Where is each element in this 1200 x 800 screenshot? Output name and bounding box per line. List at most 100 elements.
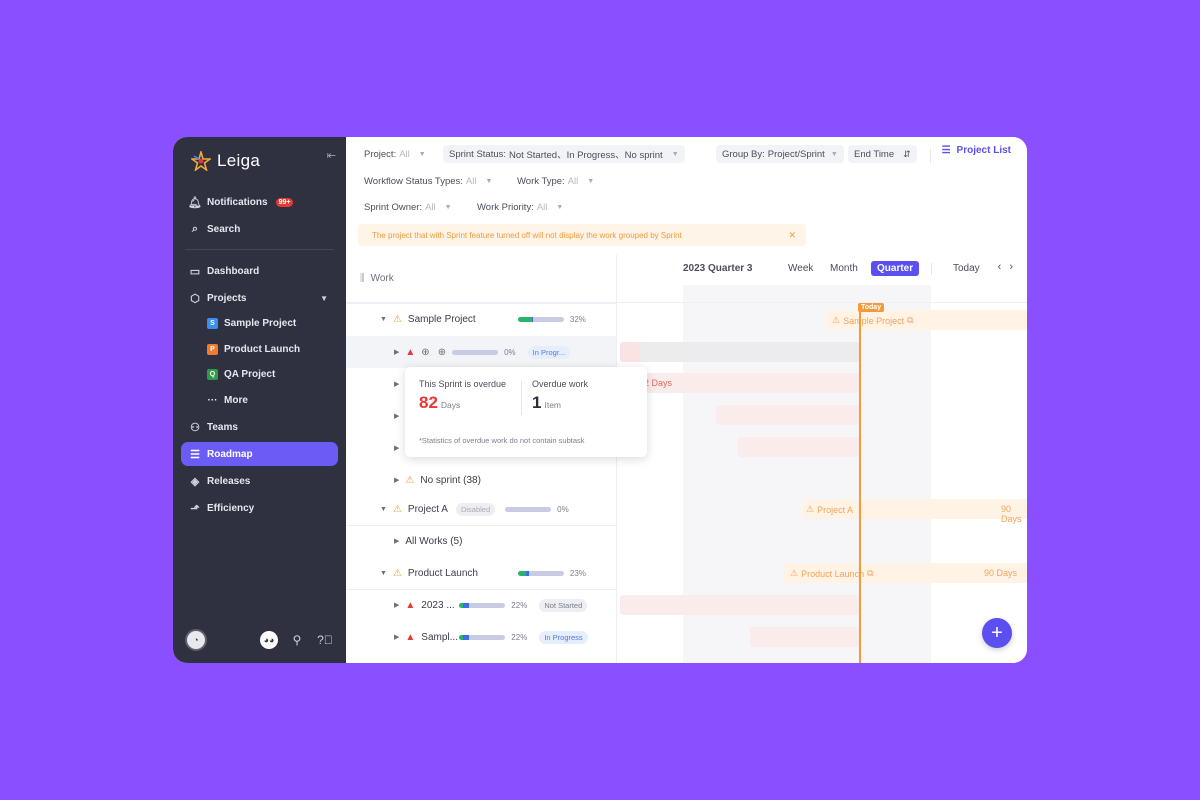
gantt-bar-row[interactable] (641, 373, 860, 393)
close-icon[interactable]: ✕ (788, 230, 796, 241)
chevron-right-icon[interactable]: ▶ (394, 380, 399, 388)
warning-icon: ⚠ (392, 313, 402, 325)
column-splitter[interactable] (616, 255, 617, 663)
overdue-days-unit: Days (440, 400, 461, 410)
chevron-down-icon[interactable]: ▼ (320, 294, 328, 303)
chevron-right-icon[interactable]: ▶ (394, 348, 399, 356)
chevron-right-icon[interactable]: ▶ (394, 412, 399, 420)
dashboard-icon: ▭ (189, 265, 201, 278)
filter-value: All (465, 175, 477, 187)
chevron-down-icon[interactable]: ▼ (380, 316, 387, 323)
gantt-bar-label: ⚠ Product Launch ⧉ (790, 568, 874, 579)
sidebar-item-sample-project[interactable]: S Sample Project (207, 318, 296, 329)
warning-icon: ⚠ (405, 474, 415, 486)
avatar[interactable]: ◔ (185, 629, 207, 651)
chevron-right-icon[interactable]: ▶ (394, 537, 399, 545)
progress-bar (459, 602, 506, 608)
filter-label: Group By: (722, 148, 765, 160)
filter-value: All (567, 175, 579, 187)
gantt-bar-duration: 90 Days (1001, 504, 1022, 524)
more-icon: ··· (207, 395, 218, 406)
today-tag: Today (858, 303, 885, 312)
chevron-right-icon[interactable]: ▶ (394, 476, 399, 484)
progress-percent: 0% (557, 504, 569, 514)
row-title: No sprint (38) (420, 474, 481, 486)
chevron-right-icon[interactable]: ▶ (394, 444, 399, 452)
chevron-down-icon[interactable]: ▼ (380, 570, 387, 577)
workflow-status-filter[interactable]: Workflow Status Types: All ▼ (358, 172, 498, 190)
table-row[interactable]: ▶ ▲ Sampl... 22% In Progress (346, 621, 616, 653)
footer-icons: ◕◕ ⚲ ?⃝ (260, 631, 334, 649)
sidebar-item-product-launch[interactable]: P Product Launch (207, 344, 300, 355)
warning-icon: ⚠ (392, 503, 402, 515)
sort-end-time[interactable]: End Time ⇵ (848, 145, 917, 163)
help-icon[interactable]: ?⃝ (316, 631, 334, 649)
sidebar-item-efficiency[interactable]: ⬏ Efficiency (181, 496, 338, 520)
chevron-left-icon[interactable]: ‹ (998, 261, 1010, 273)
sidebar-divider (185, 249, 334, 250)
sidebar-item-search[interactable]: ⌕ Search (181, 217, 338, 241)
gantt-bar-sprint[interactable] (620, 342, 860, 362)
timeline-header: 2023 Quarter 3 Week Month Quarter Today … (617, 255, 1027, 303)
progress-bar (459, 634, 506, 640)
table-row[interactable]: ▼ ⚠ Sample Project 32% (346, 303, 616, 335)
row-title: All Works (5) (405, 535, 463, 547)
progress-bar (452, 349, 499, 355)
work-priority-filter[interactable]: Work Priority: All ▼ (471, 198, 569, 216)
mascot-icon[interactable]: ◕◕ (260, 631, 278, 649)
gantt-bar-duration: 90 Days (984, 568, 1018, 578)
table-row[interactable]: ▶ ▲ ⊕ ⊕ 0% In Progr... (346, 336, 616, 368)
project-list-button[interactable]: ☰ Project List (942, 145, 1011, 156)
sidebar-item-projects[interactable]: ⬡ Projects ▼ (181, 286, 338, 310)
app-window: Leiga ⇤ 🔔︎ Notifications 99+ ⌕ Search ▭ … (173, 137, 1027, 663)
sidebar-item-notifications[interactable]: 🔔︎ Notifications 99+ (181, 190, 338, 214)
chevron-right-icon[interactable]: › (1009, 261, 1021, 273)
zoom-quarter[interactable]: Quarter (871, 261, 920, 276)
sidebar-item-more[interactable]: ··· More (207, 395, 248, 406)
chevron-right-icon[interactable]: ▶ (394, 633, 399, 641)
row-title: Product Launch (407, 567, 478, 579)
gantt-bar-label: ⚠ Project A (806, 504, 853, 515)
gantt-bar-row[interactable] (750, 627, 860, 647)
collapse-sidebar-icon[interactable]: ⇤ (327, 149, 336, 162)
sprint-owner-filter[interactable]: Sprint Owner: All ▼ (358, 198, 458, 216)
table-row[interactable]: ▼ ⚠ Product Launch 23% (346, 557, 616, 589)
add-button[interactable]: + (982, 618, 1012, 648)
overdue-work-value: 1 (532, 393, 542, 412)
project-filter[interactable]: Project: All ▼ (358, 145, 432, 163)
sort-icon: ⇵ (903, 148, 911, 159)
drag-handle-icon[interactable]: ⫼ (360, 273, 365, 284)
chevron-down-icon[interactable]: ▼ (380, 506, 387, 513)
sprint-overdue-stat: This Sprint is overdue 82 Days (419, 379, 506, 413)
sidebar-item-releases[interactable]: ◈ Releases (181, 469, 338, 493)
table-row[interactable]: ▶ All Works (5) (346, 525, 616, 557)
sprint-status-filter[interactable]: Sprint Status: Not Started、In Progress、N… (443, 145, 685, 163)
gantt-bar-row[interactable] (620, 595, 860, 615)
overdue-days-value: 82 (419, 393, 438, 412)
group-by-select[interactable]: Group By: Project/Sprint ▼ (716, 145, 844, 163)
sidebar-item-dashboard[interactable]: ▭ Dashboard (181, 259, 338, 283)
table-row[interactable]: ▶ ⚠ No sprint (38) (346, 464, 616, 496)
toolbar-divider (930, 149, 931, 163)
sidebar-item-teams[interactable]: ⚇ Teams (181, 415, 338, 439)
zoom-month[interactable]: Month (830, 263, 858, 274)
table-row[interactable]: ▶ ▲ 2023 ... 22% Not Started (346, 589, 616, 621)
progress-bar (505, 506, 552, 512)
gantt-bar-row[interactable] (738, 437, 860, 457)
filter-value: Project/Sprint (767, 148, 825, 160)
work-type-filter[interactable]: Work Type: All ▼ (511, 172, 600, 190)
chevron-right-icon[interactable]: ▶ (394, 601, 399, 609)
zoom-week[interactable]: Week (788, 263, 813, 274)
today-button[interactable]: Today (953, 263, 980, 274)
zoom-divider (931, 263, 932, 275)
gantt-bar-row[interactable] (716, 405, 860, 425)
add-icon[interactable]: ⊕ (438, 347, 446, 358)
add-user-icon[interactable]: ⚲ (288, 631, 306, 649)
logo[interactable]: Leiga (191, 151, 260, 171)
target-icon[interactable]: ⊕ (421, 347, 429, 358)
sidebar-item-roadmap[interactable]: ☰ Roadmap (181, 442, 338, 466)
sidebar-item-qa-project[interactable]: Q QA Project (207, 369, 275, 380)
filter-label: Work Priority: (477, 201, 534, 213)
filter-label: Sprint Owner: (364, 201, 423, 213)
table-row[interactable]: ▼ ⚠ Project A Disabled 0% (346, 493, 616, 525)
